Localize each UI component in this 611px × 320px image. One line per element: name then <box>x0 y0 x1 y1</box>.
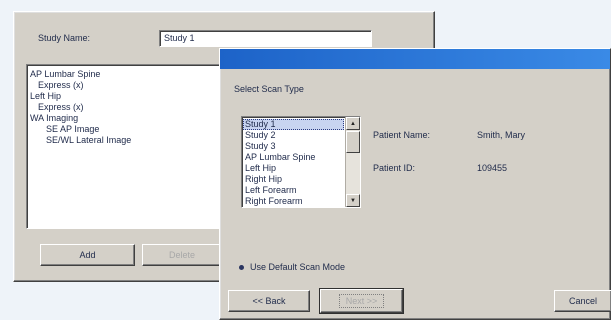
select-scan-type-heading: Select Scan Type <box>234 84 304 94</box>
patient-id-label: Patient ID: <box>373 163 416 173</box>
scan-type-option[interactable]: Right Forearm <box>243 196 344 207</box>
radio-selected-icon <box>239 264 244 270</box>
study-name-label: Study Name: <box>38 33 91 43</box>
tree-list: AP Lumbar Spine Express (x) Left Hip Expres… <box>30 69 222 146</box>
list-scrollbar[interactable]: ▲ ▼ <box>345 117 360 207</box>
scan-type-option[interactable]: Study 2 <box>243 130 344 141</box>
next-button[interactable]: Next >> <box>319 288 404 314</box>
scroll-down-icon[interactable]: ▼ <box>346 194 360 207</box>
tree-item[interactable]: AP Lumbar Spine <box>30 69 222 80</box>
scan-type-option[interactable]: Left Hip <box>243 163 344 174</box>
next-button-label: Next >> <box>338 294 385 308</box>
tree-item[interactable]: Express (x) <box>30 102 222 113</box>
patient-name-value: Smith, Mary <box>477 130 526 140</box>
tree-item[interactable]: SE AP Image <box>30 124 222 135</box>
scroll-up-icon[interactable]: ▲ <box>346 117 360 130</box>
scan-type-option[interactable]: Left Forearm <box>243 185 344 196</box>
title-bar[interactable] <box>220 49 610 69</box>
tree-item[interactable]: Express (x) <box>30 80 222 91</box>
use-default-radio[interactable]: Use Default Scan Mode <box>239 262 345 272</box>
delete-button[interactable]: Delete <box>142 244 222 266</box>
tree-item[interactable]: SE/WL Lateral Image <box>30 135 222 146</box>
scan-type-option[interactable]: Right Hip <box>243 174 344 185</box>
patient-id-value: 109455 <box>477 163 508 173</box>
scan-type-option[interactable]: Study 3 <box>243 141 344 152</box>
scan-type-dialog: Select Scan Type Study 1 Study 2 Study 3 AP… <box>219 48 611 320</box>
scan-type-options: Study 1 Study 2 Study 3 AP Lumbar Spine Left… <box>243 119 344 207</box>
add-button[interactable]: Add <box>40 244 135 266</box>
tree-item[interactable]: WA Imaging <box>30 113 222 124</box>
study-tree[interactable]: AP Lumbar Spine Express (x) Left Hip Expres… <box>26 64 226 229</box>
tree-item[interactable]: Left Hip <box>30 91 222 102</box>
scan-type-option[interactable]: AP Lumbar Spine <box>243 152 344 163</box>
use-default-label: Use Default Scan Mode <box>250 262 346 272</box>
scan-type-option[interactable]: Study 1 <box>243 119 344 130</box>
study-name-input[interactable]: Study 1 <box>159 30 372 47</box>
scroll-thumb[interactable] <box>346 131 360 153</box>
scan-type-list[interactable]: Study 1 Study 2 Study 3 AP Lumbar Spine Left… <box>241 116 361 208</box>
cancel-button[interactable]: Cancel <box>554 290 611 312</box>
back-button[interactable]: << Back <box>228 290 310 312</box>
patient-name-label: Patient Name: <box>373 130 431 140</box>
study-name-value: Study 1 <box>164 33 195 43</box>
